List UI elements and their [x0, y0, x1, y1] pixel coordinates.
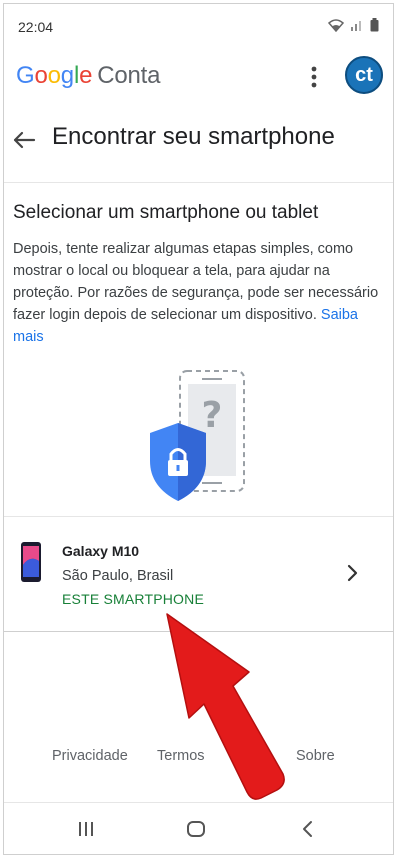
- battery-icon: [370, 18, 379, 32]
- smartphone-thumbnail-icon: [21, 542, 41, 582]
- lost-phone-illustration: ?: [150, 370, 245, 501]
- signal-icon: [351, 21, 361, 31]
- device-location: São Paulo, Brasil: [62, 568, 174, 584]
- more-vert-icon[interactable]: [302, 62, 326, 92]
- recent-apps-icon[interactable]: [74, 817, 98, 841]
- privacy-link[interactable]: Privacidade: [52, 748, 128, 764]
- phone-screen: 22:04 Google Conta ct Encontrar seu smar…: [3, 3, 394, 855]
- this-device-badge: ESTE SMARTPHONE: [62, 591, 204, 607]
- annotation-arrow-icon: [166, 613, 285, 800]
- about-link[interactable]: Sobre: [296, 748, 335, 764]
- app-header: Google Conta ct: [4, 48, 393, 106]
- wifi-icon: [328, 19, 344, 32]
- google-account-logo[interactable]: Google Conta: [16, 62, 160, 90]
- section-title: Selecionar um smartphone ou tablet: [13, 202, 319, 223]
- home-icon[interactable]: [184, 817, 208, 841]
- page-title-bar: Encontrar seu smartphone: [4, 106, 393, 183]
- device-name: Galaxy M10: [62, 543, 140, 559]
- status-time: 22:04: [18, 19, 54, 35]
- page-title: Encontrar seu smartphone: [52, 123, 335, 150]
- status-bar: 22:04: [4, 4, 393, 48]
- logo-suffix: Conta: [97, 62, 161, 89]
- avatar[interactable]: ct: [345, 56, 383, 94]
- device-list-item[interactable]: Galaxy M10 São Paulo, Brasil ESTE SMARTP…: [4, 516, 393, 632]
- question-mark-icon: ?: [202, 395, 223, 436]
- help-link[interactable]: Ajuda: [232, 748, 269, 764]
- footer-links: Privacidade Termos Ajuda Sobre: [4, 748, 393, 774]
- arrow-left-icon[interactable]: [10, 126, 38, 154]
- system-nav-bar: [4, 802, 393, 854]
- status-icons: [328, 18, 379, 32]
- description: Depois, tente realizar algumas etapas si…: [13, 238, 385, 348]
- nav-back-icon[interactable]: [296, 817, 320, 841]
- terms-link[interactable]: Termos: [157, 748, 205, 764]
- chevron-right-icon[interactable]: [342, 563, 362, 583]
